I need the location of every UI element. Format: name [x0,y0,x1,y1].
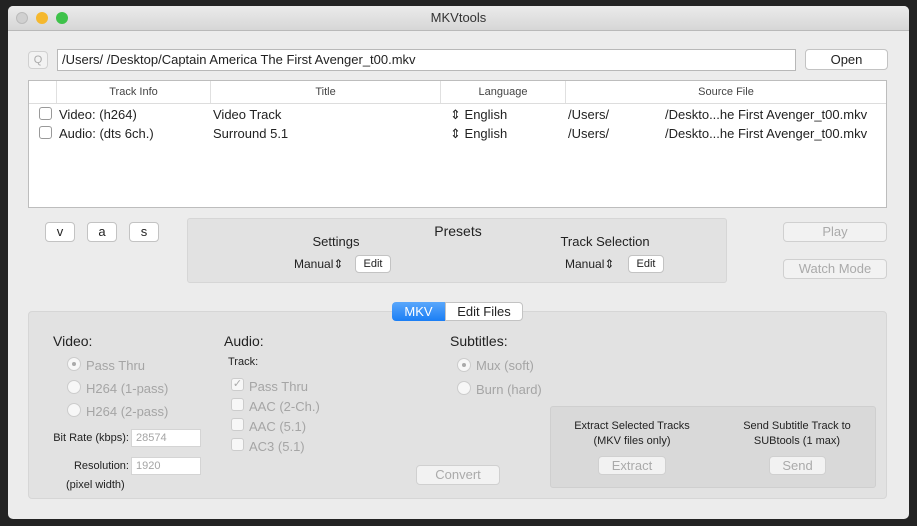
track-info: Audio: (dts 6ch.) [59,126,154,141]
audio-track-label: Track: [228,356,259,368]
updown-icon: ⇕ [333,257,344,271]
window-title: MKVtools [430,10,487,25]
source-file: /Deskto...he First Avenger_t00.mkv [665,126,868,141]
video-h264-1pass-label: H264 (1-pass) [86,381,169,396]
source-file: /Deskto...he First Avenger_t00.mkv [665,107,868,122]
file-path-field[interactable]: /Users/ /Desktop/Captain America The Fir… [57,49,796,71]
audio-ac3-51-label: AC3 (5.1) [249,439,305,454]
watch-mode-button[interactable]: Watch Mode [783,259,887,279]
bitrate-field[interactable]: 28574 [131,429,201,447]
resolution-field[interactable]: 1920 [131,457,201,475]
filter-audio-button[interactable]: a [87,222,117,242]
track-title[interactable]: Surround 5.1 [213,126,288,141]
bitrate-label: Bit Rate (kbps): [53,432,129,444]
tab-mkv[interactable]: MKV [392,302,445,321]
filter-video-button[interactable]: v [45,222,75,242]
send-text-1: Send Subtitle Track to [743,420,851,432]
subtitle-burn-radio[interactable] [457,381,471,395]
title-bar: MKVtools [8,6,909,31]
table-header: Track Info Title Language Source File [29,81,886,104]
resolution-label: Resolution: [73,460,129,472]
header-language[interactable]: Language [440,81,565,103]
audio-aac-2ch-checkbox[interactable] [231,398,244,411]
header-title[interactable]: Title [210,81,440,103]
subtitle-mux-label: Mux (soft) [476,358,534,373]
table-row[interactable]: Audio: (dts 6ch.) Surround 5.1 ⇕ English… [29,124,886,143]
send-button[interactable]: Send [769,456,826,475]
minimize-button[interactable] [36,12,48,24]
track-selection-label: Track Selection [560,234,650,249]
audio-aac-51-checkbox[interactable] [231,418,244,431]
filter-subtitle-button[interactable]: s [129,222,159,242]
language-select[interactable]: ⇕ English [450,126,507,142]
settings-label: Settings [312,234,360,249]
search-icon: Q [33,54,43,66]
header-track-info[interactable]: Track Info [56,81,210,103]
extract-send-panel [550,406,876,488]
source-dir: /Users/ [568,107,610,122]
source-dir: /Users/ [568,126,610,141]
updown-icon: ⇕ [604,257,615,271]
track-checkbox[interactable] [39,126,52,139]
resolution-hint: (pixel width) [66,479,125,491]
close-button[interactable] [16,12,28,24]
subtitle-burn-label: Burn (hard) [476,382,542,397]
updown-icon: ⇕ [450,126,461,141]
track-title[interactable]: Video Track [213,107,281,122]
video-h264-2pass-label: H264 (2-pass) [86,404,169,419]
tab-edit-files[interactable]: Edit Files [445,302,523,321]
settings-edit-button[interactable]: Edit [355,255,391,273]
video-pass-thru-label: Pass Thru [86,358,146,373]
settings-select[interactable]: Manual⇕ [294,257,343,271]
audio-heading: Audio: [224,333,264,349]
subtitles-heading: Subtitles: [450,333,508,349]
header-source-file[interactable]: Source File [565,81,886,103]
presets-title: Presets [434,223,482,239]
track-selection-select[interactable]: Manual⇕ [565,257,614,271]
zoom-button[interactable] [56,12,68,24]
convert-button[interactable]: Convert [416,465,500,485]
track-selection-edit-button[interactable]: Edit [628,255,664,273]
audio-pass-thru-label: Pass Thru [249,379,309,394]
video-h264-1pass-radio[interactable] [67,380,81,394]
send-text-2: SUBtools (1 max) [753,435,841,447]
updown-icon: ⇕ [450,107,461,122]
extract-text-1: Extract Selected Tracks [574,420,690,432]
track-info: Video: (h264) [59,107,137,122]
audio-ac3-51-checkbox[interactable] [231,438,244,451]
audio-aac-2ch-label: AAC (2-Ch.) [249,399,320,414]
video-pass-thru-radio[interactable] [67,357,81,371]
subtitle-mux-radio[interactable] [457,358,471,372]
audio-aac-51-label: AAC (5.1) [249,419,307,434]
audio-pass-thru-checkbox[interactable]: ✓ [231,378,244,391]
play-button[interactable]: Play [783,222,887,242]
table-row[interactable]: Video: (h264) Video Track ⇕ English /Use… [29,105,886,124]
video-heading: Video: [53,333,93,349]
language-select[interactable]: ⇕ English [450,107,507,123]
open-button[interactable]: Open [805,49,888,70]
search-button[interactable]: Q [28,51,48,69]
extract-button[interactable]: Extract [598,456,666,475]
tracks-table: Track Info Title Language Source File Vi… [28,80,887,208]
video-h264-2pass-radio[interactable] [67,403,81,417]
extract-text-2: (MKV files only) [593,435,671,447]
track-checkbox[interactable] [39,107,52,120]
